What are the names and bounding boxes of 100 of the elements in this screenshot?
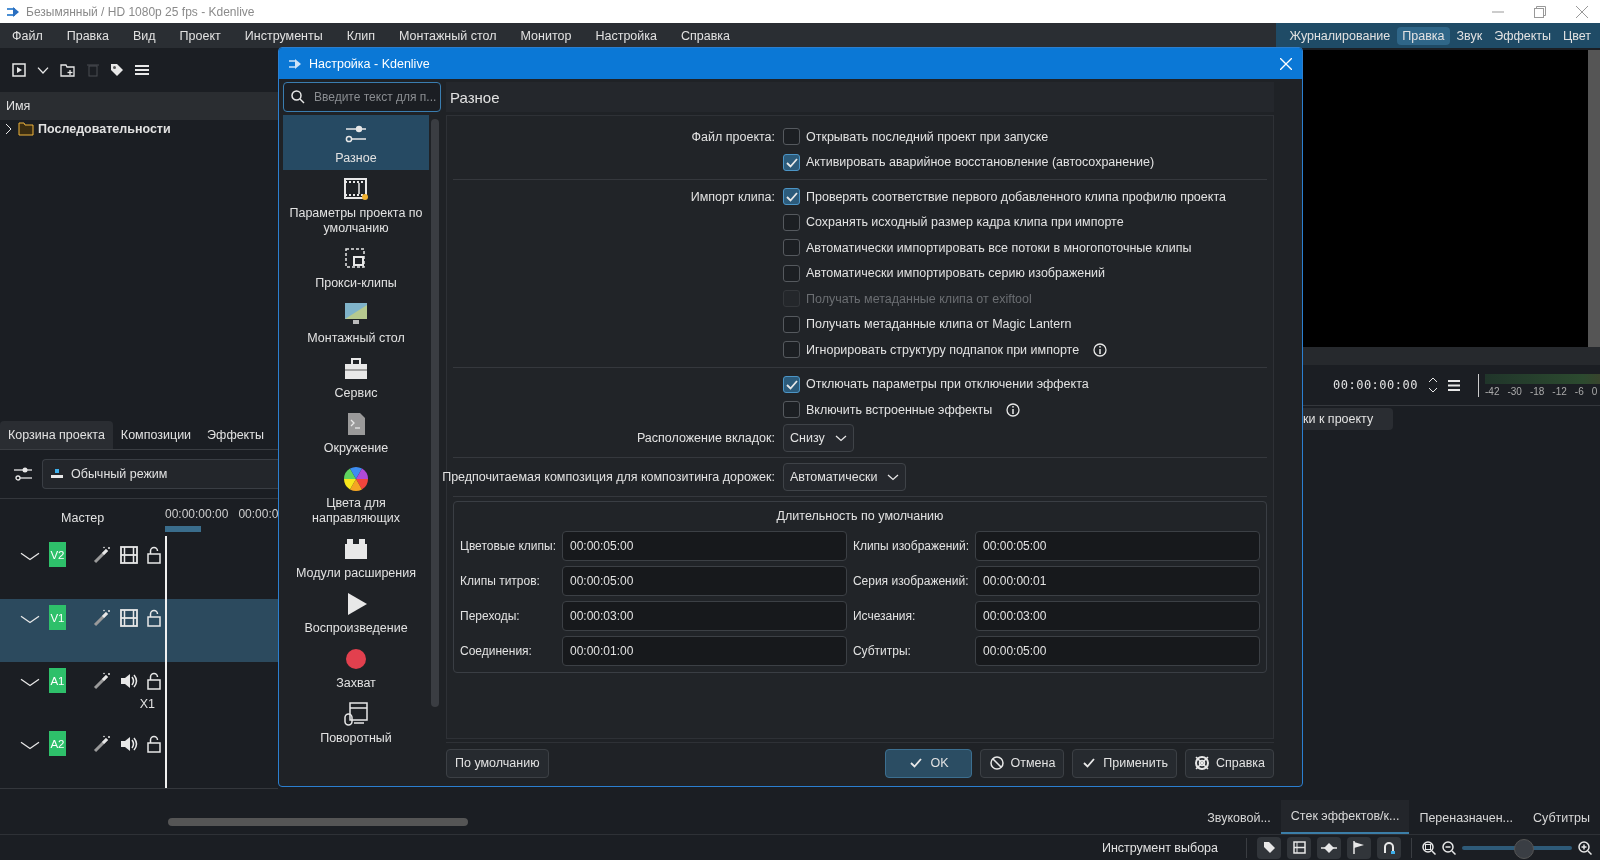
menu-item[interactable]: Проект [167, 28, 233, 43]
menu-item[interactable]: Настройка [583, 28, 669, 43]
tab[interactable]: Корзина проекта [0, 421, 113, 449]
menu-item[interactable]: Клип [334, 28, 388, 43]
menu-item[interactable]: Монтажный стол [387, 28, 509, 43]
checkbox[interactable] [783, 239, 800, 257]
duration-field[interactable]: 00:00:05:00 [975, 635, 1260, 666]
duration-field[interactable]: 00:00:03:00 [562, 600, 847, 631]
film-button[interactable] [1287, 836, 1311, 859]
workspace-tab[interactable]: Звук [1451, 26, 1488, 45]
checkbox-label[interactable]: Автоматически импортировать серию изображений [806, 266, 1106, 281]
settings-page-item[interactable]: Сервис [283, 350, 429, 405]
tab[interactable]: Композиции [112, 421, 200, 449]
apply-button[interactable]: Применить [1072, 748, 1177, 778]
menu-icon[interactable] [135, 64, 149, 76]
duration-field[interactable]: 00:00:05:00 [562, 565, 847, 596]
film-icon[interactable] [120, 608, 138, 627]
duration-field[interactable]: 00:00:03:00 [975, 600, 1260, 631]
checkbox[interactable] [783, 188, 800, 206]
checkbox-label[interactable]: Автоматически импортировать все потоки в многопоточные клипы [806, 240, 1192, 255]
column-header[interactable]: Имя [6, 99, 31, 113]
tab[interactable]: ки к проекту [1303, 407, 1394, 430]
magic-wand-icon[interactable] [93, 545, 111, 564]
magic-wand-icon[interactable] [93, 734, 111, 753]
menu-icon[interactable] [1448, 379, 1460, 391]
spinner-icon[interactable] [1428, 376, 1438, 394]
checkbox[interactable] [783, 375, 800, 393]
lock-icon[interactable] [147, 545, 161, 564]
cancel-button[interactable]: Отмена [979, 748, 1065, 778]
settings-page-item[interactable]: Прокси-клипы [283, 240, 429, 295]
checkbox[interactable] [783, 315, 800, 333]
duration-field[interactable]: 00:00:01:00 [562, 635, 847, 666]
settings-page-item[interactable]: Параметры проекта по умолчанию [283, 170, 429, 240]
checkbox-label[interactable]: Отключать параметры при отключении эффекта [806, 377, 1089, 392]
timecode-field[interactable]: 00:00:00:00 [1333, 378, 1418, 392]
checkbox-label[interactable]: Проверять соответствие первого добавленного клипа профилю проекта [806, 189, 1226, 204]
checkbox-label[interactable]: Включить встроенные эффекты [806, 402, 1021, 417]
checkbox[interactable] [783, 401, 800, 419]
tag-icon[interactable] [110, 63, 124, 77]
menu-item[interactable]: Инструменты [232, 28, 335, 43]
checkbox[interactable] [783, 264, 800, 282]
settings-page-item[interactable]: Поворотный [283, 695, 429, 750]
ok-button[interactable]: OK [885, 748, 972, 778]
magnet-button[interactable] [1377, 836, 1401, 859]
settings-page-item[interactable]: Цвета для направляющих [283, 460, 429, 530]
folder-add-icon[interactable] [60, 63, 76, 77]
tree-item[interactable]: Последовательности [38, 122, 171, 136]
workspace-tab[interactable]: Журналирование [1284, 26, 1396, 45]
zoom-fit-icon[interactable] [1422, 840, 1436, 855]
checkbox[interactable] [783, 153, 800, 171]
timeline-settings-icon[interactable] [14, 466, 32, 482]
help-button[interactable]: Справка [1184, 748, 1274, 778]
settings-page-item[interactable]: Окружение [283, 405, 429, 460]
dropdown[interactable]: Снизу [783, 423, 854, 452]
speaker-icon[interactable] [120, 734, 138, 753]
tab[interactable]: Звуковой... [1197, 802, 1281, 834]
zoom-in-icon[interactable] [1578, 840, 1592, 855]
settings-page-item[interactable]: Монтажный стол [283, 295, 429, 350]
checkbox-label[interactable]: Активировать аварийное восстановление (автосохранение) [806, 155, 1155, 170]
zoom-slider[interactable] [1513, 838, 1534, 859]
zoom-out-icon[interactable] [1442, 840, 1456, 855]
checkbox[interactable] [783, 341, 800, 359]
settings-page-item[interactable]: Захват [283, 640, 429, 695]
magic-wand-icon[interactable] [93, 608, 111, 627]
scrollbar[interactable] [431, 119, 439, 707]
menu-item[interactable]: Вид [120, 28, 168, 43]
spacer-button[interactable] [1317, 836, 1341, 859]
film-icon[interactable] [120, 545, 138, 564]
search-field[interactable]: Введите текст для п... [283, 82, 441, 112]
close-icon[interactable] [1576, 5, 1588, 18]
menu-item[interactable]: Монитор [508, 28, 584, 43]
mode-dropdown[interactable]: Обычный режим [42, 459, 278, 489]
tab[interactable]: Переназначен... [1409, 802, 1524, 834]
workspace-tab[interactable]: Цвет [1558, 26, 1596, 45]
duration-field[interactable]: 00:00:05:00 [562, 530, 847, 561]
tab[interactable]: Эффекты [199, 421, 272, 449]
settings-page-item[interactable]: Разное [283, 115, 429, 170]
menu-item[interactable]: Правка [54, 28, 121, 43]
defaults-button[interactable]: По умолчанию [446, 748, 549, 778]
checkbox-label[interactable]: Игнорировать структуру подпапок при импорте [806, 342, 1108, 357]
duration-field[interactable]: 00:00:05:00 [975, 530, 1260, 561]
lock-icon[interactable] [147, 608, 161, 627]
workspace-tab[interactable]: Эффекты [1489, 26, 1556, 45]
checkbox-label[interactable]: Получать метаданные клипа от Magic Lantern [806, 317, 1072, 332]
lock-icon[interactable] [147, 671, 161, 690]
duration-field[interactable]: 00:00:00:01 [975, 565, 1260, 596]
workspace-tab[interactable]: Правка [1397, 26, 1450, 45]
scrollbar-thumb[interactable] [168, 818, 468, 826]
checkbox[interactable] [783, 213, 800, 231]
settings-page-item[interactable]: Модули расширения [283, 530, 429, 585]
dropdown[interactable]: Автоматически [783, 462, 907, 491]
settings-page-item[interactable]: Воспроизведение [283, 585, 429, 640]
tab[interactable]: Субтитры [1523, 802, 1600, 834]
checkbox[interactable] [783, 128, 800, 146]
add-clip-icon[interactable] [12, 63, 26, 77]
magic-wand-icon[interactable] [93, 671, 111, 690]
tab[interactable]: Стек эффектов/к... [1280, 800, 1410, 834]
speaker-icon[interactable] [120, 671, 138, 690]
menu-item[interactable]: Справка [668, 28, 742, 43]
checkbox-label[interactable]: Открывать последний проект при запуске [806, 129, 1049, 144]
